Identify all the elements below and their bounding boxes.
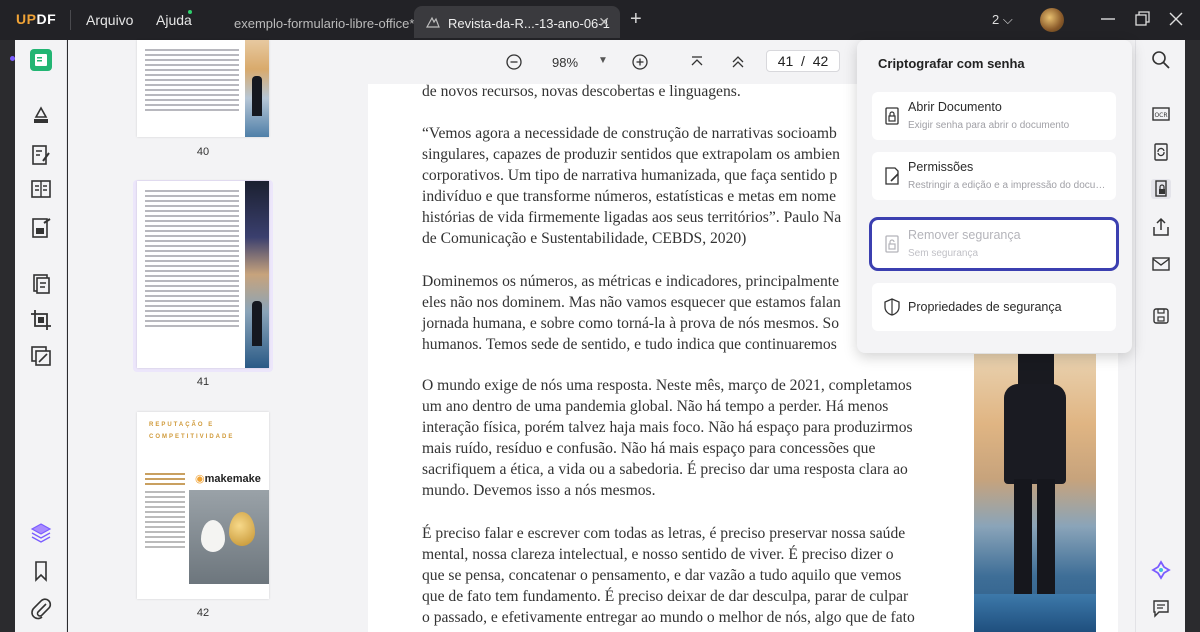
- updf-logo[interactable]: UPDF: [16, 11, 56, 27]
- thumbnail-label-40: 40: [196, 146, 210, 158]
- attachment-icon[interactable]: [29, 597, 53, 621]
- option-title: Permissões: [908, 160, 974, 174]
- thumbnail-label-41: 41: [196, 376, 210, 388]
- tab-document-1[interactable]: exemplo-formulario-libre-office*: [220, 6, 414, 38]
- minimize-icon[interactable]: [1099, 10, 1117, 28]
- organize-icon[interactable]: [29, 177, 53, 201]
- thumbnail-page-42[interactable]: REPUTAÇÃO E COMPETITIVIDADE ◉makemake: [137, 412, 269, 599]
- notification-dot: [188, 10, 192, 14]
- zoom-dropdown-icon[interactable]: ▼: [598, 55, 608, 66]
- pages-icon[interactable]: [29, 272, 53, 296]
- document-paragraph: É preciso falar e escrever com todas as …: [422, 525, 915, 626]
- convert-icon[interactable]: [1151, 142, 1171, 162]
- zoom-in-icon[interactable]: [632, 54, 648, 70]
- thumbnail-heading: COMPETITIVIDADE: [149, 434, 235, 440]
- comment-icon[interactable]: [1151, 598, 1171, 618]
- email-icon[interactable]: [1151, 254, 1171, 274]
- shield-icon: [884, 298, 900, 316]
- thumbnail-page-40[interactable]: [137, 40, 269, 137]
- option-subtitle: Sem segurança: [908, 248, 979, 259]
- bookmark-icon[interactable]: [29, 559, 53, 583]
- tab-document-2[interactable]: Revista-da-R...-13-ano-06-1 ✕: [414, 6, 620, 38]
- tab-label: exemplo-formulario-libre-office*: [234, 16, 415, 31]
- reader-icon[interactable]: [29, 48, 53, 72]
- protect-icon[interactable]: [1151, 179, 1171, 199]
- zoom-out-icon[interactable]: [506, 54, 522, 70]
- thumbnail-text: [145, 187, 239, 330]
- save-icon[interactable]: [1151, 306, 1171, 326]
- document-unlock-icon: [885, 235, 899, 253]
- menu-help[interactable]: Ajuda: [156, 12, 192, 28]
- title-bar: UPDF Arquivo Ajuda exemplo-formulario-li…: [0, 0, 1200, 40]
- document-tab-icon: [426, 16, 440, 28]
- thumbnail-heading: REPUTAÇÃO E: [149, 422, 215, 428]
- page-number-input[interactable]: 41 / 42: [766, 50, 840, 72]
- layers-icon[interactable]: [29, 521, 53, 545]
- close-window-icon[interactable]: [1167, 10, 1185, 28]
- thumbnail-text: [145, 46, 239, 114]
- thumbnail-label-42: 42: [196, 607, 210, 619]
- option-title: Abrir Documento: [908, 100, 1002, 114]
- document-lock-icon: [885, 107, 899, 125]
- thumbnail-panel: 40 41 REPUTAÇÃO E COMPETITIVIDADE ◉makem…: [68, 40, 350, 632]
- total-pages: 42: [812, 53, 829, 69]
- thumbnail-page-41[interactable]: [137, 181, 269, 368]
- open-document-password-option[interactable]: Abrir Documento Exigir senha para abrir …: [872, 92, 1116, 140]
- new-tab-button[interactable]: +: [630, 8, 642, 31]
- left-toolbar: [15, 40, 67, 632]
- eggs-image: [189, 490, 269, 584]
- option-title: Remover segurança: [908, 228, 1021, 242]
- option-title: Propriedades de segurança: [908, 300, 1062, 314]
- batch-icon[interactable]: [29, 344, 53, 368]
- permissions-option[interactable]: Permissões Restringir a edição e a impre…: [872, 152, 1116, 200]
- option-subtitle: Exigir senha para abrir o documento: [908, 120, 1070, 131]
- page-separator: /: [801, 53, 805, 69]
- divider: [70, 10, 71, 30]
- ocr-icon[interactable]: OCR: [1151, 104, 1171, 124]
- thumbnail-image: [245, 40, 269, 137]
- current-page: 41: [777, 53, 794, 69]
- window-edge: [1185, 40, 1200, 632]
- right-toolbar: OCR: [1135, 40, 1185, 632]
- window-count-selector[interactable]: 2 ⌵: [992, 12, 1013, 28]
- first-page-icon[interactable]: [689, 54, 705, 70]
- chevron-down-icon: ⌵: [1002, 12, 1013, 27]
- crop-icon[interactable]: [29, 308, 53, 332]
- menu-file[interactable]: Arquivo: [86, 12, 133, 28]
- document-edit-icon: [885, 167, 899, 185]
- option-subtitle: Restringir a edição e a impressão do doc…: [908, 180, 1108, 191]
- makemake-logo: ◉makemake: [195, 473, 261, 485]
- security-properties-option[interactable]: Propriedades de segurança: [872, 283, 1116, 331]
- zoom-level[interactable]: 98%: [552, 55, 578, 70]
- window-edge: [0, 40, 15, 632]
- man-standing-photo: [974, 354, 1096, 632]
- remove-security-option[interactable]: Remover segurança Sem segurança: [869, 217, 1119, 271]
- search-icon[interactable]: [1151, 50, 1171, 70]
- thumbnail-image: [245, 181, 269, 368]
- previous-page-icon[interactable]: [730, 54, 746, 70]
- encrypt-password-popup: Criptografar com senha Abrir Documento E…: [857, 40, 1132, 353]
- avatar[interactable]: [1040, 8, 1064, 32]
- close-tab-icon[interactable]: ✕: [598, 14, 610, 31]
- form-icon[interactable]: [29, 216, 53, 240]
- svg-text:OCR: OCR: [1154, 112, 1167, 119]
- popup-title: Criptografar com senha: [878, 56, 1025, 71]
- tab-label: Revista-da-R...-13-ano-06-1: [448, 16, 610, 31]
- document-paragraph: O mundo exige de nós uma resposta. Neste…: [422, 377, 913, 499]
- window-count: 2: [992, 12, 1000, 27]
- restore-icon[interactable]: [1133, 10, 1151, 28]
- highlighter-icon[interactable]: [29, 103, 53, 127]
- share-icon[interactable]: [1151, 217, 1171, 237]
- edit-pdf-icon[interactable]: [29, 143, 53, 167]
- thumbnail-text: [145, 470, 185, 551]
- ai-assistant-icon[interactable]: [1151, 560, 1171, 580]
